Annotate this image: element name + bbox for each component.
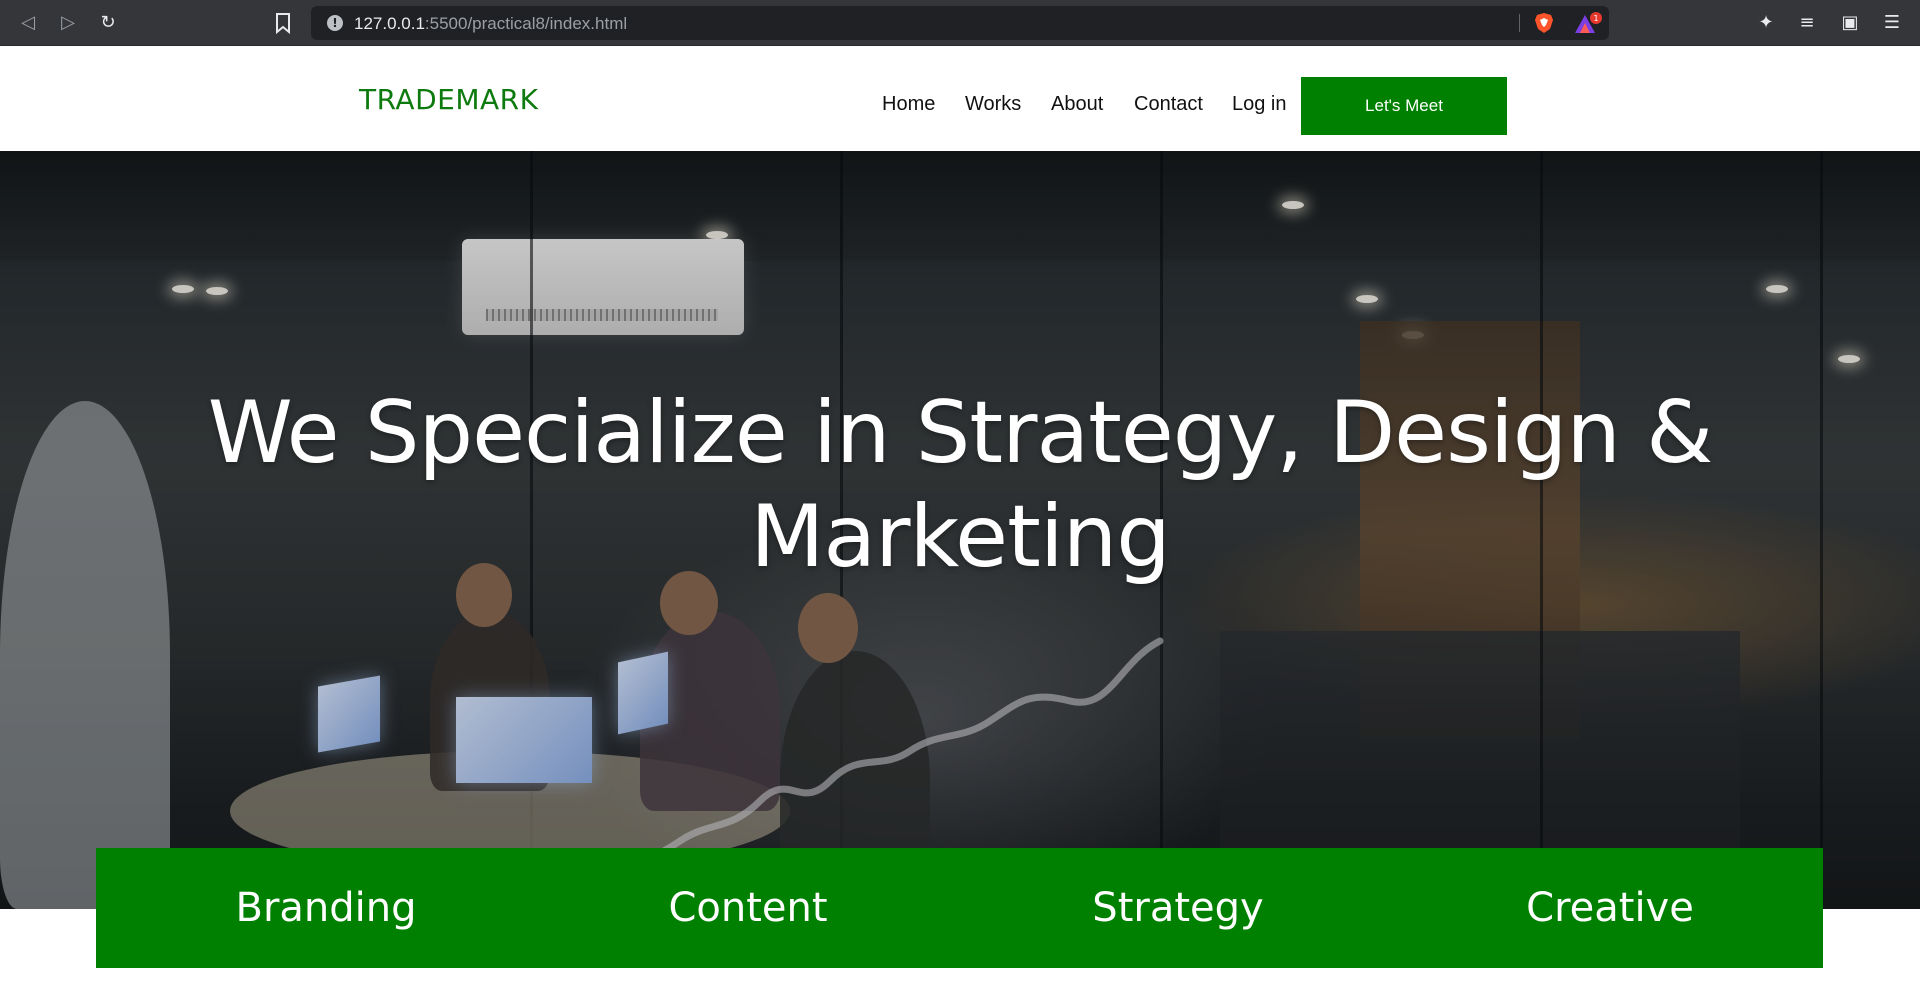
site-info-icon[interactable]: ! — [327, 15, 343, 31]
site-logo[interactable]: TRADEMARK — [359, 83, 538, 116]
playlist-icon[interactable]: ≡ — [1796, 12, 1818, 34]
brave-rewards-icon[interactable]: 1 — [1573, 11, 1603, 35]
nav-contact[interactable]: Contact — [1134, 93, 1203, 116]
url-path: :5500/practical8/index.html — [424, 14, 628, 33]
reload-icon[interactable]: ↻ — [96, 11, 120, 35]
lets-meet-button[interactable]: Let's Meet — [1301, 77, 1507, 135]
wallet-icon[interactable]: ▣ — [1839, 12, 1861, 34]
address-bar[interactable]: ! 127.0.0.1:5500/practical8/index.html 1 — [311, 6, 1609, 40]
service-creative[interactable]: Creative — [1460, 848, 1760, 968]
back-arrow-icon[interactable]: ◁ — [16, 11, 40, 35]
hero-title-line1: We Specialize in Strategy, Design & — [207, 383, 1714, 483]
nav-login[interactable]: Log in — [1232, 93, 1287, 116]
bookmark-icon[interactable] — [273, 12, 293, 34]
site-header: TRADEMARK Home Works About Contact Log i… — [0, 47, 1920, 151]
service-strategy[interactable]: Strategy — [1028, 848, 1328, 968]
page-bottom — [0, 968, 1920, 994]
nav-home[interactable]: Home — [882, 93, 935, 116]
address-divider — [1519, 14, 1520, 32]
browser-toolbar: ◁ ▷ ↻ ! 127.0.0.1:5500/practical8/index.… — [0, 0, 1920, 46]
menu-icon[interactable]: ☰ — [1881, 12, 1903, 34]
nav-works[interactable]: Works — [965, 93, 1021, 116]
extensions-icon[interactable]: ✦ — [1755, 12, 1777, 34]
services-bar: Branding Content Strategy Creative — [96, 848, 1823, 968]
service-content[interactable]: Content — [598, 848, 898, 968]
hero-section: We Specialize in Strategy, Design & Mark… — [0, 151, 1920, 909]
forward-arrow-icon[interactable]: ▷ — [56, 11, 80, 35]
service-branding[interactable]: Branding — [176, 848, 476, 968]
hero-title-line2: Marketing — [750, 487, 1171, 587]
nav-about[interactable]: About — [1051, 93, 1103, 116]
hero-title: We Specialize in Strategy, Design & Mark… — [200, 381, 1720, 589]
brave-shields-icon[interactable] — [1533, 12, 1555, 34]
url-host: 127.0.0.1 — [354, 14, 425, 33]
rewards-badge: 1 — [1593, 14, 1598, 23]
url-text[interactable]: 127.0.0.1:5500/practical8/index.html — [354, 14, 627, 34]
